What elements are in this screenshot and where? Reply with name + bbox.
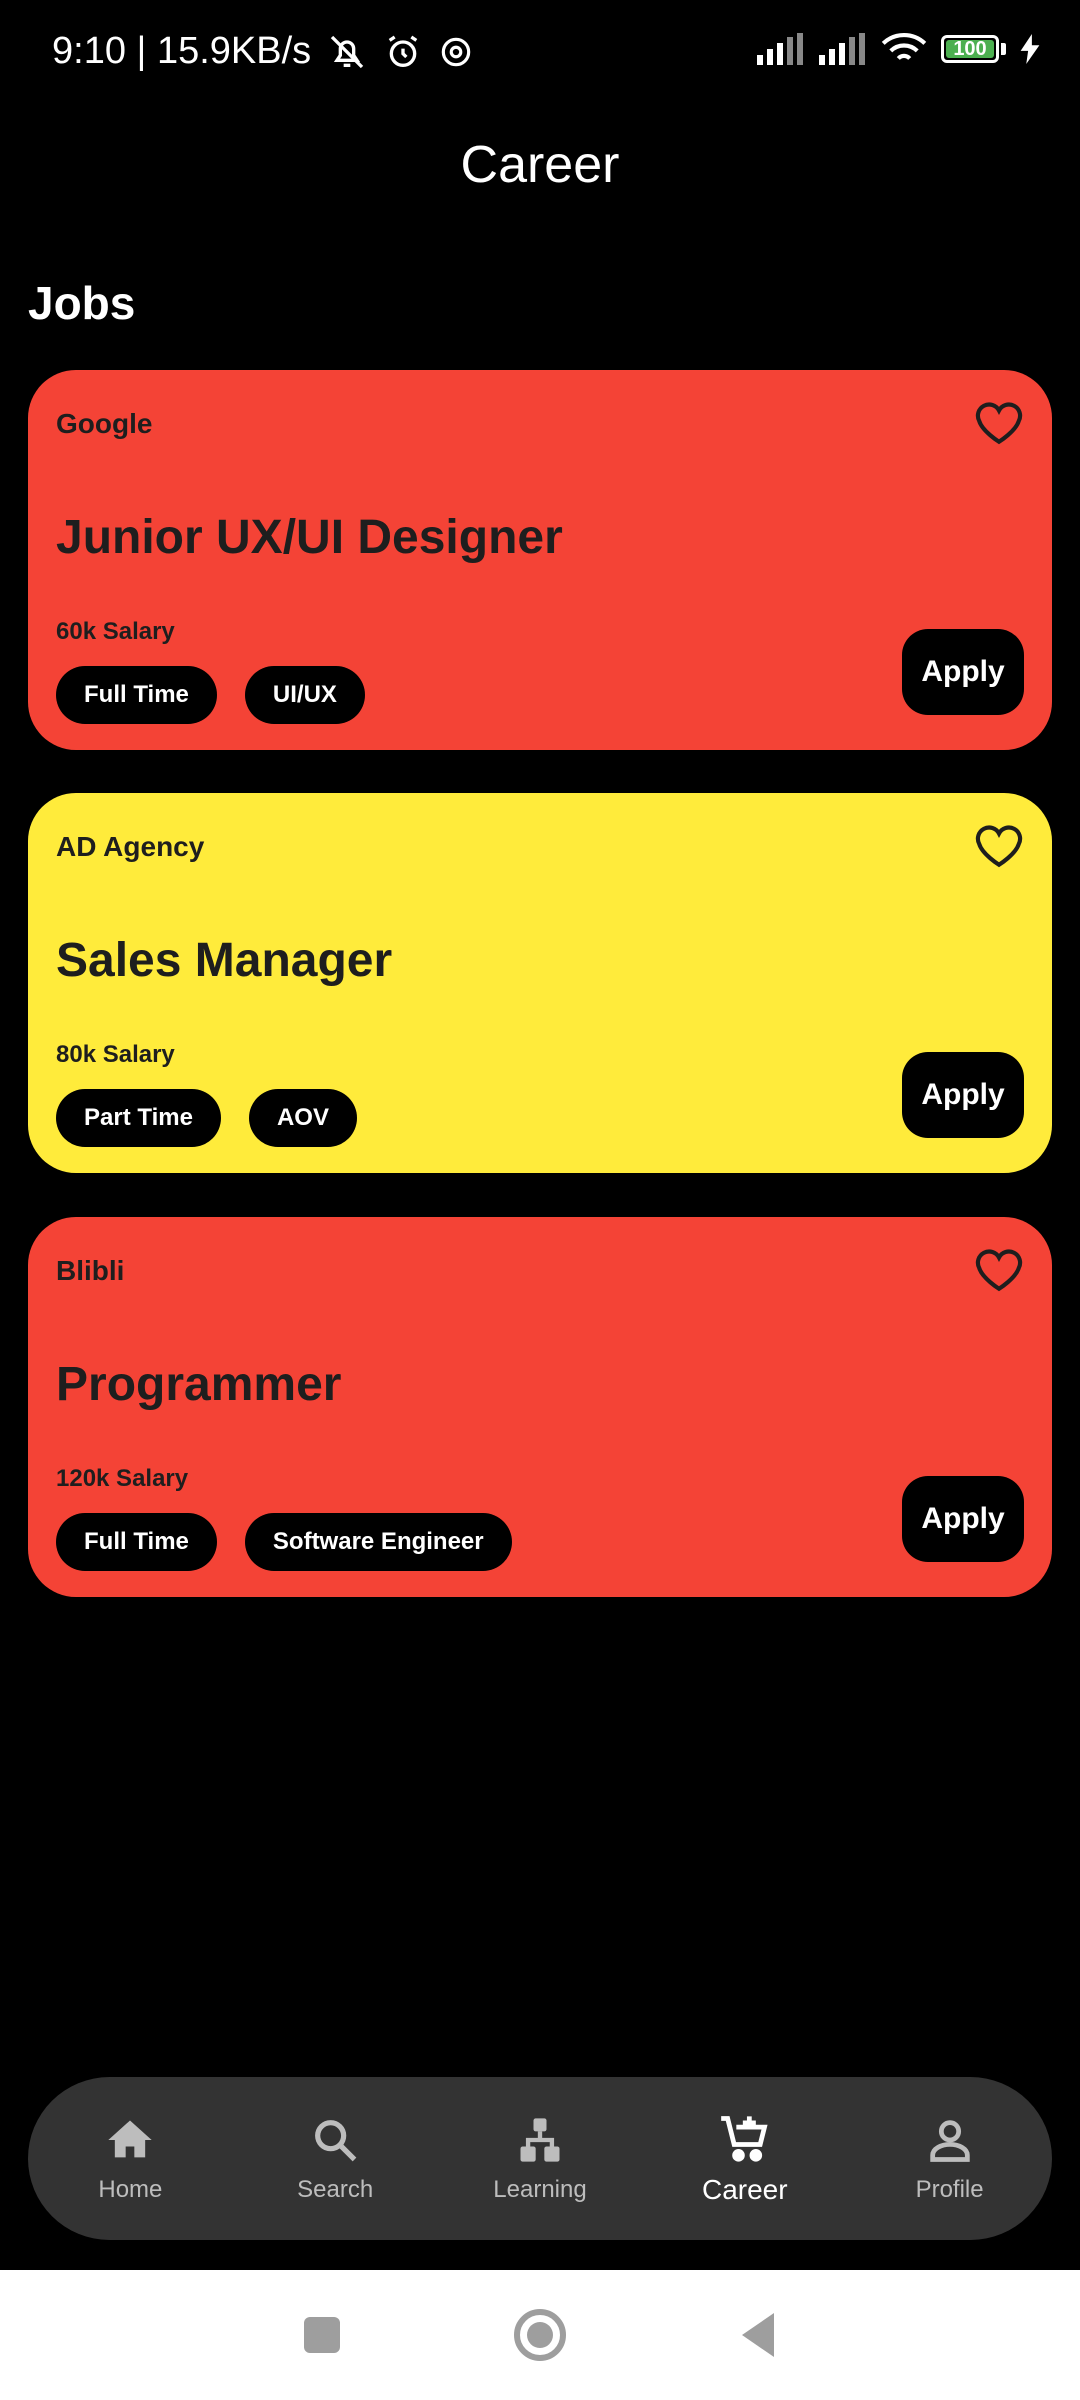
job-title: Programmer [56,1358,342,1411]
bottom-nav: Home Search Learning Career Profile [28,2077,1052,2240]
home-icon [108,2120,153,2157]
battery-level: 100 [953,38,987,60]
nav-label: Career [701,2173,788,2205]
wifi-icon [881,33,927,61]
settings-gear-icon [441,37,471,66]
nav-career[interactable]: Career [642,2077,847,2240]
battery-icon: 100 [941,35,999,63]
apply-button[interactable]: Apply [902,1476,1024,1562]
job-tags: Full Time UI/UX [56,666,365,724]
home-circle-icon[interactable] [512,2307,568,2363]
job-title: Junior UX/UI Designer [56,511,563,564]
back-icon[interactable] [738,2311,778,2359]
profile-icon [929,2119,970,2162]
job-tags: Part Time AOV [56,1089,357,1147]
charging-bolt-icon [1020,34,1040,64]
nav-home[interactable]: Home [28,2077,233,2240]
recents-icon[interactable] [302,2315,342,2355]
favorite-heart-icon[interactable] [974,1247,1024,1293]
job-salary: 120k Salary [56,1465,189,1492]
tag-chip: UI/UX [244,666,365,724]
apply-button[interactable]: Apply [902,629,1024,715]
job-salary: 80k Salary [56,1041,175,1068]
job-card[interactable]: Blibli Programmer 120k Salary Full Time … [28,1217,1052,1597]
company-name: Blibli [56,1255,125,1286]
nav-label: Learning [493,2175,587,2203]
signal-icon [757,33,803,65]
nav-learning[interactable]: Learning [438,2077,643,2240]
apply-button[interactable]: Apply [902,1052,1024,1138]
job-tags: Full Time Software Engineer [56,1513,512,1571]
nav-label: Search [297,2175,374,2203]
status-bar: 9:10 | 15.9KB/s 100 [0,0,1080,115]
nav-label: Home [98,2175,163,2203]
nav-search[interactable]: Search [233,2077,438,2240]
system-nav-bar [0,2270,1080,2400]
tag-chip: AOV [248,1089,357,1147]
battery-cap [1001,43,1006,55]
company-name: Google [56,408,153,439]
company-name: AD Agency [56,831,205,862]
tag-chip: Part Time [56,1089,221,1147]
alarm-icon [388,35,418,67]
status-right: 100 [757,32,1040,66]
cart-add-icon [720,2115,768,2162]
search-icon [315,2119,357,2161]
job-card[interactable]: Google Junior UX/UI Designer 60k Salary … [28,370,1052,750]
tag-chip: Full Time [56,1513,217,1571]
mute-bell-icon [330,35,364,68]
signal-icon-2 [819,33,865,65]
job-card[interactable]: AD Agency Sales Manager 80k Salary Part … [28,793,1052,1173]
favorite-heart-icon[interactable] [974,823,1024,869]
tag-chip: Software Engineer [244,1513,512,1571]
tag-chip: Full Time [56,666,217,724]
section-title-jobs: Jobs [28,277,136,329]
nav-label: Profile [915,2175,984,2203]
nav-profile[interactable]: Profile [847,2077,1052,2240]
job-title: Sales Manager [56,934,393,987]
status-left: 9:10 | 15.9KB/s [52,30,475,73]
learning-icon [520,2117,560,2162]
status-time: 9:10 | 15.9KB/s [52,30,312,72]
favorite-heart-icon[interactable] [974,400,1024,446]
job-salary: 60k Salary [56,618,175,645]
page-title: Career [460,136,620,194]
